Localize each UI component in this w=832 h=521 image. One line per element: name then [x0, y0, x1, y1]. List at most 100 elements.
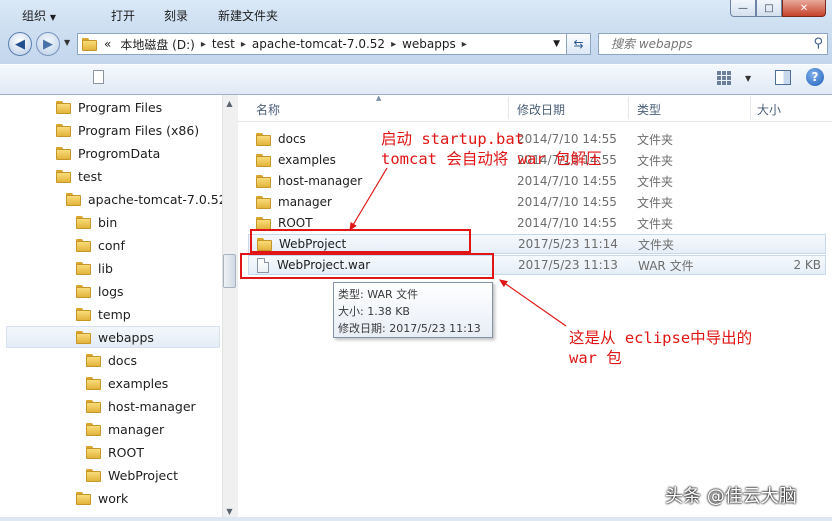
tree-item-label: manager [108, 421, 165, 437]
folder-icon [66, 192, 81, 206]
file-type: 文件夹 [637, 216, 674, 231]
forward-button[interactable]: ▶ [36, 32, 60, 56]
tree-item[interactable]: logs [76, 280, 124, 302]
file-name: manager [278, 195, 332, 209]
tree-item-label: ROOT [108, 444, 144, 460]
folder-icon [82, 37, 100, 51]
tree-item-label: work [98, 490, 129, 506]
address-overflow[interactable]: « [100, 37, 114, 51]
arrow-to-war-file-icon [499, 279, 567, 327]
open-button[interactable]: 打开 [111, 7, 135, 24]
back-arrow-icon: ◀ [15, 36, 25, 52]
search-icon[interactable]: ⚲ [813, 34, 823, 54]
scroll-up-arrow-icon[interactable]: ▲ [222, 96, 237, 110]
new-folder-button[interactable]: 新建文件夹 [218, 7, 278, 24]
recent-pages-dropdown[interactable]: ▼ [64, 38, 70, 47]
column-divider[interactable] [508, 97, 509, 119]
file-row[interactable]: manager 2014/7/10 14:55 文件夹 [248, 192, 826, 212]
tree-item[interactable]: manager [86, 418, 164, 440]
file-row[interactable]: host-manager 2014/7/10 14:55 文件夹 [248, 171, 826, 191]
tree-item[interactable]: host-manager [86, 395, 196, 417]
file-date: 2017/5/23 11:14 [518, 237, 618, 251]
tree-item[interactable]: test [56, 165, 102, 187]
folder-icon [76, 284, 91, 298]
breadcrumb-segment[interactable]: test [206, 37, 241, 51]
search-box[interactable]: ⚲ [598, 33, 828, 55]
folder-icon [76, 491, 91, 505]
tree-item[interactable]: temp [76, 303, 131, 325]
file-row[interactable]: docs 2014/7/10 14:55 文件夹 [248, 129, 826, 149]
tree-scrollbar[interactable] [222, 95, 238, 521]
folder-icon [56, 123, 71, 137]
window-controls: — □ ✕ [730, 0, 826, 20]
breadcrumb-segment[interactable]: webapps [396, 37, 462, 51]
file-type: 文件夹 [637, 153, 674, 168]
tree-item[interactable]: lib [76, 257, 113, 279]
help-icon[interactable]: ? [806, 68, 824, 86]
file-type: 文件夹 [638, 237, 675, 252]
column-type[interactable]: 类型 [637, 101, 661, 118]
column-size[interactable]: 大小 [757, 101, 781, 118]
tree-item[interactable]: apache-tomcat-7.0.52 [66, 188, 227, 210]
column-name[interactable]: 名称 [256, 101, 280, 118]
scroll-down-arrow-icon[interactable]: ▼ [222, 504, 237, 518]
tree-item[interactable]: Program Files [56, 96, 162, 118]
folder-icon [256, 174, 271, 188]
annotation-text: tomcat 会自动将 war 包解压 [381, 150, 602, 168]
tree-item-label: host-manager [108, 398, 196, 414]
view-options-icon[interactable] [717, 71, 733, 85]
tree-item[interactable]: examples [86, 372, 168, 394]
folder-icon [56, 169, 71, 183]
file-name: docs [278, 132, 306, 146]
tree-item-label: test [78, 168, 103, 184]
breadcrumb-segment[interactable]: 本地磁盘 (D:) [114, 36, 200, 53]
watermark: 头条 @佳云大脑 [665, 486, 797, 507]
file-type: 文件夹 [637, 174, 674, 189]
tree-item[interactable]: Program Files (x86) [56, 119, 199, 141]
folder-icon [56, 100, 71, 114]
sort-ascending-icon: ▲ [376, 94, 382, 102]
column-divider[interactable] [628, 97, 629, 119]
tree-item[interactable]: ProgromData [56, 142, 160, 164]
tree-item[interactable]: work [76, 487, 128, 509]
file-tooltip: 类型: WAR 文件 大小: 1.38 KB 修改日期: 2017/5/23 1… [333, 282, 493, 338]
folder-icon [86, 468, 101, 482]
column-modified[interactable]: 修改日期 [517, 101, 565, 118]
search-input[interactable] [609, 36, 813, 52]
scrollbar-thumb[interactable] [223, 254, 236, 288]
folder-icon [76, 330, 91, 344]
back-button[interactable]: ◀ [8, 32, 32, 56]
tree-item-label: docs [108, 352, 137, 368]
tree-item-label: Program Files [78, 99, 163, 115]
status-bar [0, 517, 832, 521]
minimize-button[interactable]: — [730, 0, 756, 17]
breadcrumb-chevron-icon[interactable]: ▸ [462, 39, 467, 50]
preview-pane-icon[interactable] [775, 70, 791, 85]
tree-item[interactable]: ROOT [86, 441, 144, 463]
highlight-box-webproject [250, 229, 471, 253]
address-bar[interactable]: « 本地磁盘 (D:) ▸ test ▸ apache-tomcat-7.0.5… [77, 33, 567, 55]
maximize-button[interactable]: □ [756, 0, 782, 17]
command-bar [0, 64, 832, 95]
folder-icon [76, 261, 91, 275]
address-dropdown-icon[interactable]: ▼ [553, 39, 560, 49]
tree-item-label: temp [98, 306, 131, 322]
tree-item[interactable]: conf [76, 234, 125, 256]
folder-icon [86, 353, 101, 367]
file-size: 2 KB [793, 258, 821, 272]
refresh-button[interactable]: ⇆ [567, 33, 591, 55]
organize-menu[interactable]: 组织 ▼ [22, 7, 56, 24]
view-dropdown-icon[interactable]: ▼ [745, 74, 751, 83]
folder-icon [86, 445, 101, 459]
tree-item[interactable]: WebProject [86, 464, 178, 486]
folder-icon [256, 153, 271, 167]
breadcrumb-segment[interactable]: apache-tomcat-7.0.52 [246, 37, 391, 51]
close-button[interactable]: ✕ [782, 0, 826, 17]
tree-item[interactable]: bin [76, 211, 117, 233]
column-divider[interactable] [750, 97, 751, 119]
tree-item[interactable]: docs [86, 349, 137, 371]
file-name: examples [278, 153, 336, 167]
tree-item-selected[interactable]: webapps [6, 326, 220, 348]
burn-button[interactable]: 刻录 [164, 7, 188, 24]
folder-icon [76, 215, 91, 229]
